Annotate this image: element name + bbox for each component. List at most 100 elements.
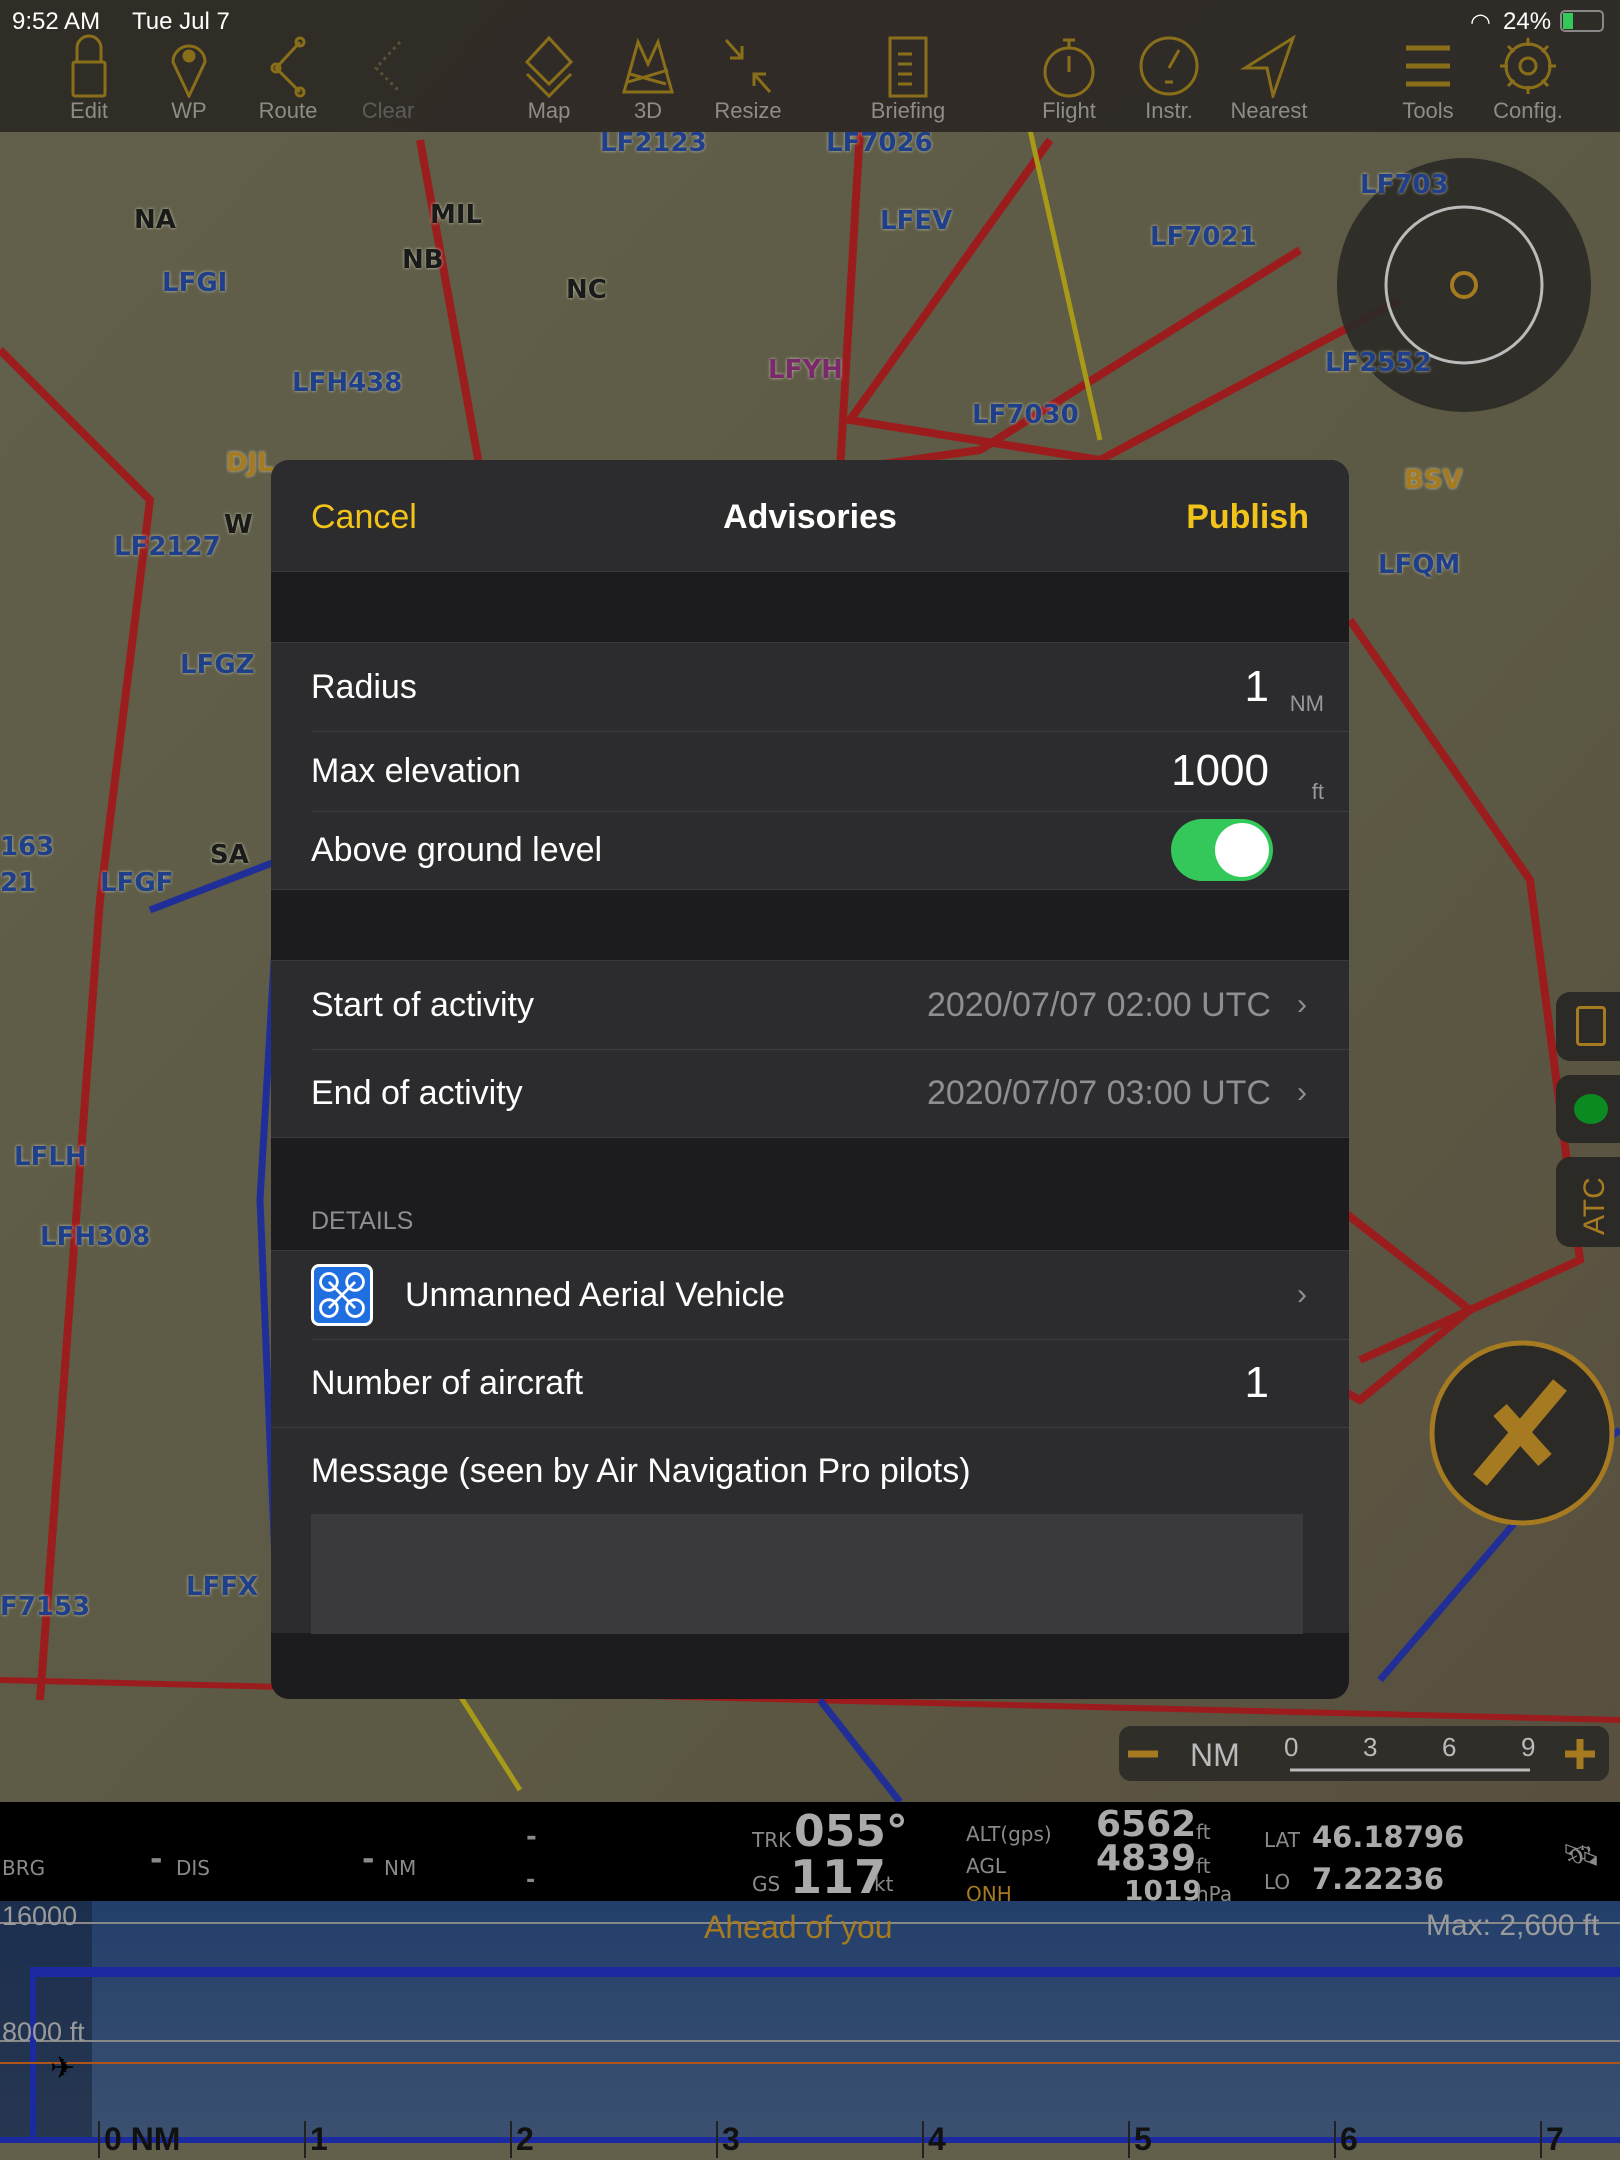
map-label[interactable]: LFGZ (180, 650, 255, 680)
gs-value: 117 (790, 1850, 887, 1904)
gps-satellite-icon[interactable]: 🛰 (1562, 1838, 1600, 1873)
lat-value: 46.18796 (1312, 1820, 1465, 1854)
toolbar-label: Briefing (870, 98, 946, 123)
toolbar-wp-button[interactable]: WP (141, 34, 237, 124)
alt-unit: ft (1196, 1820, 1211, 1844)
map-label[interactable]: 21 (0, 868, 36, 898)
toolbar-label: Instr. (1145, 98, 1193, 123)
menu-icon (1406, 45, 1450, 87)
toolbar-3d-button[interactable]: 3D (600, 34, 696, 124)
scale-unit: NM (1190, 1737, 1240, 1773)
gear-icon (1500, 38, 1556, 94)
max-elevation-value[interactable]: 1000 (1171, 746, 1269, 796)
dis-label: DIS (176, 1856, 210, 1880)
map-label[interactable]: LF2127 (114, 532, 221, 562)
toolbar-instr-button[interactable]: Instr. (1121, 34, 1217, 124)
message-input[interactable] (311, 1514, 1303, 1634)
toolbar-label: Map (527, 98, 571, 123)
map-label[interactable]: LFEV (880, 206, 952, 236)
aircraft-count-row[interactable]: Number of aircraft 1 (271, 1339, 1349, 1427)
current-altitude-line (0, 2062, 1620, 2064)
checklist-button[interactable] (1556, 992, 1620, 1061)
top-toolbar: 9:52 AM Tue Jul 7 24% ◠ Edit WP Route Clear… (0, 0, 1620, 132)
end-of-activity-row[interactable]: End of activity 2020/07/07 03:00 UTC › (271, 1049, 1349, 1137)
map-label[interactable]: LFGI (162, 268, 227, 298)
max-elevation-row[interactable]: Max elevation 1000 ft (271, 731, 1349, 811)
terrain-3d-icon (622, 37, 674, 94)
end-of-activity-label: End of activity (311, 1073, 523, 1112)
map-label[interactable]: W (224, 510, 253, 540)
radius-label: Radius (311, 667, 417, 706)
agl-label: Above ground level (311, 830, 603, 869)
map-label[interactable]: NA (134, 205, 176, 235)
map-label[interactable]: LFGF (100, 868, 173, 898)
toolbar-nearest-button[interactable]: Nearest (1221, 34, 1317, 124)
details-header: DETAILS (311, 1207, 414, 1235)
map-label[interactable]: DJL (226, 448, 274, 478)
atc-button[interactable]: ATC (1556, 1157, 1620, 1247)
map-label[interactable]: LFFX (186, 1572, 258, 1602)
briefing-icon (888, 36, 928, 98)
map-label[interactable]: LF7030 (972, 400, 1079, 430)
agl-toggle[interactable] (1171, 819, 1273, 881)
toolbar-resize-button[interactable]: Resize (700, 34, 796, 124)
layers-icon (524, 35, 574, 98)
toolbar-edit-button[interactable]: Edit (41, 34, 137, 124)
gs-unit: kt (874, 1872, 894, 1896)
map-label[interactable]: LF2552 (1325, 348, 1432, 378)
toolbar-flight-button[interactable]: Flight (1021, 34, 1117, 124)
map-label[interactable]: BSV (1404, 465, 1463, 495)
toolbar-route-button[interactable]: Route (240, 34, 336, 124)
distance-tick: 1 (304, 2121, 328, 2158)
radius-row[interactable]: Radius 1 NM (271, 643, 1349, 731)
toolbar-clear-button[interactable]: Clear (340, 34, 436, 124)
map-label[interactable]: F7153 (0, 1592, 90, 1622)
distance-tick: 7 (1540, 2121, 1564, 2158)
map-label[interactable]: LF2123 (600, 128, 707, 158)
agl-row: Above ground level (271, 811, 1349, 889)
toolbar-config-button[interactable]: Config. (1480, 34, 1576, 124)
map-label[interactable]: LF703 (1360, 170, 1449, 200)
checklist-icon (1576, 1006, 1606, 1046)
end-of-activity-value: 2020/07/07 03:00 UTC (926, 1073, 1271, 1112)
profile-top-label: 16000 (2, 1901, 78, 1931)
toolbar-label: Flight (1042, 98, 1096, 123)
atc-label: ATC (1578, 1177, 1611, 1235)
toolbar-label: WP (171, 98, 207, 123)
publish-button[interactable]: Publish (1186, 498, 1309, 537)
radius-unit: NM (1289, 691, 1324, 716)
map-label[interactable]: LF7026 (826, 128, 933, 158)
map-label[interactable]: LFLH (14, 1142, 87, 1172)
map-label[interactable]: NC (566, 275, 607, 305)
map-label[interactable]: LFQM (1378, 550, 1460, 580)
aircraft-count-value[interactable]: 1 (1245, 1358, 1269, 1408)
toolbar-label: Clear (361, 98, 415, 123)
map-label[interactable]: LFH438 (292, 368, 402, 398)
map-label[interactable]: SA (210, 840, 249, 870)
airspace-ceiling-line (30, 1967, 1620, 1977)
map-label[interactable]: LFH308 (40, 1222, 150, 1252)
aircraft-type-row[interactable]: Unmanned Aerial Vehicle › (271, 1251, 1349, 1339)
map-label[interactable]: LF7021 (1150, 222, 1257, 252)
gs-label: GS (752, 1872, 781, 1896)
map-label[interactable]: NB (402, 245, 444, 275)
status-button[interactable] (1556, 1075, 1620, 1143)
toolbar-map-button[interactable]: Map (501, 34, 597, 124)
brg-label: BRG (2, 1856, 46, 1880)
toolbar-briefing-button[interactable]: Briefing (860, 34, 956, 124)
toolbar-label: Tools (1402, 98, 1454, 123)
toolbar-label: Route (258, 98, 318, 123)
start-of-activity-row[interactable]: Start of activity 2020/07/07 02:00 UTC › (271, 961, 1349, 1049)
status-dot-icon (1574, 1094, 1608, 1124)
map-label[interactable]: LFYH (768, 355, 843, 385)
map-label[interactable]: MIL (430, 200, 482, 230)
map-label[interactable]: 163 (0, 832, 54, 862)
route-icon (270, 36, 306, 98)
scale-tick: 3 (1363, 1732, 1378, 1762)
gauge-icon (1139, 36, 1199, 96)
radius-value[interactable]: 1 (1245, 662, 1269, 712)
terrain-profile[interactable]: ✈ 16000 8000 ft Ahead of you Max: 2,600 … (0, 1901, 1620, 2160)
toolbar-tools-button[interactable]: Tools (1380, 34, 1476, 124)
lat-label: LAT (1264, 1828, 1300, 1852)
start-of-activity-value: 2020/07/07 02:00 UTC (926, 985, 1271, 1024)
